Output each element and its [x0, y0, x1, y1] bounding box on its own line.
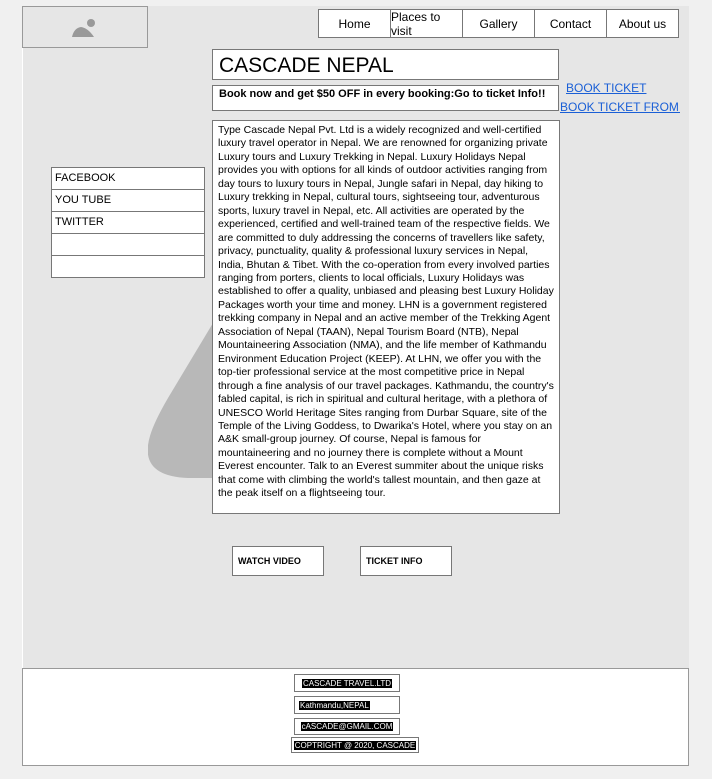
main-nav: Home Places to visit Gallery Contact Abo… — [318, 9, 679, 38]
youtube-link[interactable]: YOU TUBE — [51, 189, 205, 212]
social-links: FACEBOOK YOU TUBE TWITTER — [51, 167, 205, 278]
logo[interactable] — [22, 6, 148, 48]
footer-email[interactable]: cASCADE@GMAIL.COM — [294, 718, 400, 735]
nav-contact[interactable]: Contact — [534, 9, 607, 38]
footer-copyright: COPTRIGHT @ 2020, CASCADE — [291, 737, 419, 753]
promo-banner: Book now and get $50 OFF in every bookin… — [212, 85, 559, 111]
watch-video-button[interactable]: WATCH VIDEO — [232, 546, 324, 576]
book-ticket-from-link[interactable]: BOOK TICKET FROM TR — [560, 100, 680, 114]
footer-company: CASCADE TRAVEL.LTD — [294, 674, 400, 692]
nav-about-us[interactable]: About us — [606, 9, 679, 38]
nav-places-to-visit[interactable]: Places to visit — [390, 9, 463, 38]
description-text: Type Cascade Nepal Pvt. Ltd is a widely … — [212, 120, 560, 514]
twitter-link[interactable]: TWITTER — [51, 211, 205, 234]
book-ticket-link[interactable]: BOOK TICKET — [566, 81, 646, 95]
footer-location: Kathmandu,NEPAL — [294, 696, 400, 714]
nav-home[interactable]: Home — [318, 9, 391, 38]
decorative-shape — [148, 318, 216, 478]
social-empty-slot[interactable] — [51, 233, 205, 256]
facebook-link[interactable]: FACEBOOK — [51, 167, 205, 190]
nav-gallery[interactable]: Gallery — [462, 9, 535, 38]
footer: CASCADE TRAVEL.LTD Kathmandu,NEPAL cASCA… — [22, 668, 689, 766]
image-placeholder-icon — [72, 19, 95, 37]
ticket-info-button[interactable]: TICKET INFO — [360, 546, 452, 576]
page-title: CASCADE NEPAL — [212, 49, 559, 80]
social-empty-slot[interactable] — [51, 255, 205, 278]
